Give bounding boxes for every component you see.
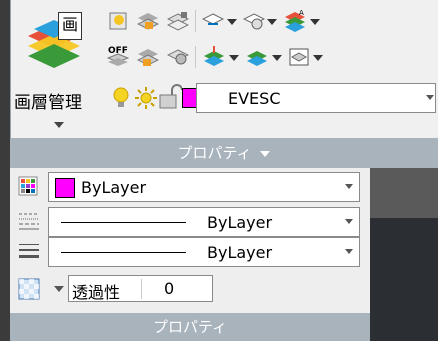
layer-merge-icon[interactable] (202, 45, 224, 67)
layer-manager-label: 画層管理 (14, 93, 82, 113)
layer-unlock-icon[interactable] (136, 46, 160, 68)
ribbon-panel-title[interactable]: プロパティ (10, 138, 438, 168)
layer-color-stack-icon[interactable]: A (283, 8, 305, 32)
chevron-down-icon[interactable] (267, 19, 277, 25)
chevron-down-icon[interactable] (227, 19, 237, 25)
chevron-down-icon[interactable] (260, 150, 271, 157)
layer-dropdown-value: EVESC (228, 89, 281, 108)
chevron-down-icon[interactable] (54, 122, 64, 128)
chevron-down-icon[interactable] (272, 55, 282, 61)
layer-lock-icon[interactable] (136, 10, 160, 32)
drawing-area-header (370, 168, 438, 218)
chevron-down-icon[interactable] (345, 219, 353, 224)
panel-title-label: プロパティ (177, 144, 252, 162)
layer-viewport-icon[interactable] (288, 46, 310, 68)
color-dropdown[interactable]: ByLayer (48, 172, 360, 202)
svg-text:A: A (299, 9, 304, 17)
layer-match-icon[interactable] (166, 10, 190, 32)
transparency-value[interactable]: 0 (141, 279, 207, 299)
linetype-value: ByLayer (207, 213, 273, 232)
chevron-down-icon[interactable] (345, 249, 353, 254)
chevron-down-icon[interactable] (426, 95, 434, 100)
layer-manager-button[interactable]: 画 画層管理 (14, 8, 94, 128)
transparency-label: 透過性 (72, 283, 121, 302)
layer-delete-icon[interactable] (245, 45, 267, 67)
chevron-down-icon[interactable] (310, 19, 320, 25)
unlock-icon[interactable] (158, 84, 183, 109)
layer-walk-icon[interactable] (166, 46, 190, 68)
layer-off-icon[interactable]: OFF (106, 44, 130, 66)
sun-icon[interactable] (134, 86, 157, 109)
transparency-icon[interactable] (18, 278, 40, 300)
chevron-down-icon[interactable] (313, 55, 323, 61)
color-swatch (55, 178, 75, 198)
properties-panel-title[interactable]: プロパティ (10, 313, 370, 341)
chevron-down-icon[interactable] (345, 184, 353, 189)
lineweight-preview (61, 252, 186, 253)
chevron-down-icon[interactable] (54, 286, 64, 292)
layer-freeze-icon[interactable] (107, 10, 129, 32)
color-value: ByLayer (81, 178, 147, 197)
linetype-dropdown[interactable]: ByLayer (48, 207, 360, 237)
layer-previous-icon[interactable] (201, 10, 225, 32)
lineweight-icon[interactable] (18, 240, 40, 262)
linetype-icon[interactable] (18, 210, 40, 232)
chevron-down-icon[interactable] (229, 55, 239, 61)
transparency-field[interactable]: 透過性 0 (68, 275, 213, 302)
lineweight-value: ByLayer (207, 243, 273, 262)
lineweight-dropdown[interactable]: ByLayer (48, 237, 360, 267)
color-palette-icon[interactable] (18, 176, 40, 198)
linetype-preview (61, 222, 186, 223)
lightbulb-icon[interactable] (110, 86, 132, 108)
panel-title-label: プロパティ (152, 318, 228, 336)
layer-isolate-icon[interactable] (242, 10, 266, 32)
